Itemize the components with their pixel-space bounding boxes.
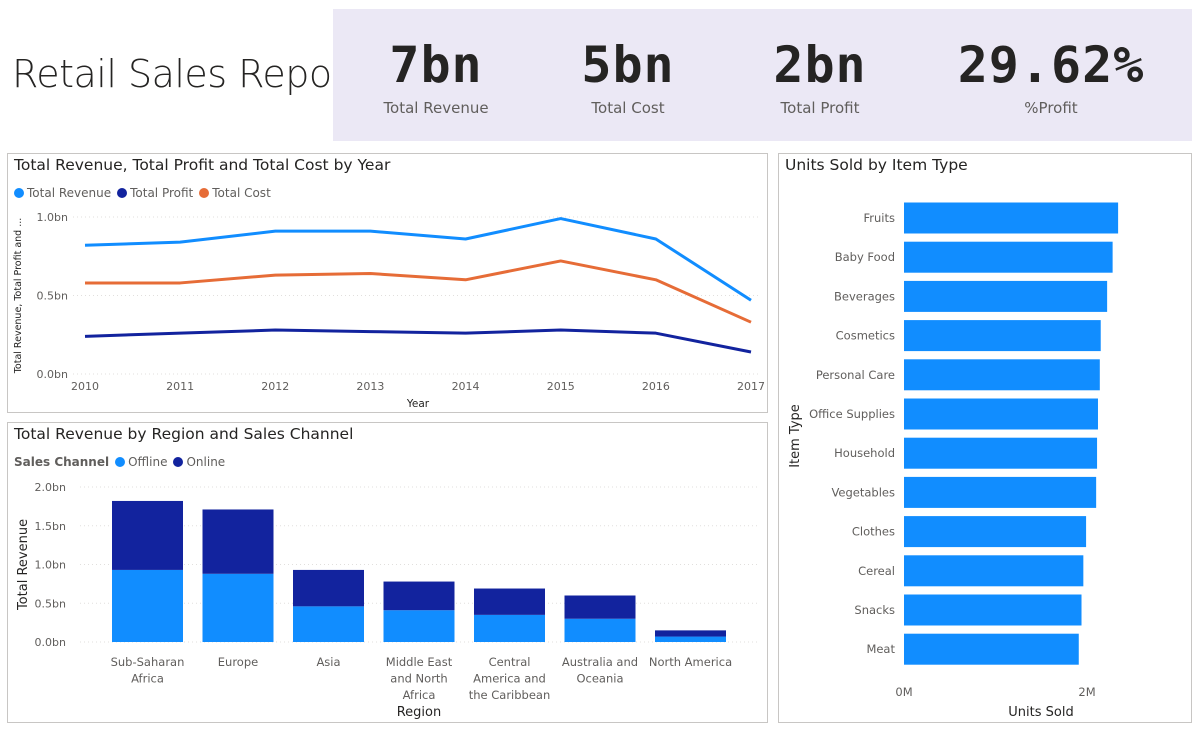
y-tick-label: Personal Care: [816, 368, 895, 382]
bar-online: [655, 630, 726, 637]
x-tick-label: North America: [649, 655, 732, 669]
kpi-total-cost[interactable]: 5bn Total Cost: [528, 33, 728, 117]
x-tick-label: Europe: [218, 655, 258, 669]
line-chart-panel[interactable]: Total Revenue, Total Profit and Total Co…: [7, 153, 768, 413]
bar-beverages: [904, 280, 1108, 312]
bar-household: [904, 437, 1098, 469]
bar-online: [474, 588, 545, 615]
y-axis-title: Total Revenue, Total Profit and ...: [13, 218, 24, 375]
y-tick-label: Baby Food: [835, 250, 895, 264]
bar-cereal: [904, 555, 1084, 587]
y-tick-label: 1.0bn: [37, 211, 68, 224]
bar-fruits: [904, 202, 1119, 234]
x-tick-label: America and: [473, 672, 546, 686]
series-line-total-cost: [85, 259, 752, 324]
region-chart-panel[interactable]: Total Revenue by Region and Sales Channe…: [7, 422, 768, 723]
x-tick-label: Asia: [316, 655, 340, 669]
x-tick-label: 2011: [166, 380, 194, 393]
bar-online: [112, 500, 183, 570]
x-tick-label: 0M: [895, 685, 912, 699]
line-chart-plot[interactable]: 0.0bn 0.5bn 1.0bn 2010 2011 2012 2013 2014 2015 2…: [8, 154, 765, 410]
y-tick-label: 1.0bn: [35, 559, 66, 572]
series-line-total-profit: [84, 328, 752, 354]
bar-clothes: [904, 516, 1087, 548]
y-tick-label: 0.5bn: [35, 597, 66, 610]
kpi-total-profit[interactable]: 2bn Total Profit: [720, 33, 920, 117]
bar-baby-food: [904, 241, 1113, 273]
item-chart-plot[interactable]: Fruits Baby Food Beverages Cosmetics Persona…: [779, 154, 1189, 720]
y-tick-label: 0.0bn: [37, 368, 68, 381]
series-line-total-revenue: [84, 217, 752, 302]
y-tick-label: Office Supplies: [809, 407, 895, 421]
y-axis-title: Total Revenue: [16, 519, 31, 611]
y-tick-label: 0.5bn: [37, 290, 68, 303]
y-axis-title: Item Type: [788, 404, 803, 468]
kpi-value: 5bn: [581, 36, 675, 94]
x-tick-label: the Caribbean: [469, 688, 551, 702]
y-tick-label: Cosmetics: [836, 329, 895, 343]
y-tick-label: Household: [834, 446, 895, 460]
x-tick-label: Africa: [131, 672, 164, 686]
item-chart-panel[interactable]: Units Sold by Item Type Fruits Baby Food B…: [778, 153, 1192, 723]
kpi-value: 2bn: [773, 36, 867, 94]
bar-cosmetics: [904, 320, 1101, 352]
x-axis-title: Region: [397, 705, 442, 720]
bar-online: [293, 569, 364, 607]
bar-offline: [564, 618, 636, 642]
y-tick-label: Cereal: [858, 564, 895, 578]
bar-online: [383, 581, 455, 611]
bar-office-supplies: [904, 398, 1098, 430]
bar-online: [202, 509, 274, 574]
y-tick-label: Snacks: [854, 603, 895, 617]
bar-offline: [112, 569, 183, 642]
y-tick-label: Meat: [866, 642, 895, 656]
kpi-profit-percent[interactable]: 29.62% %Profit: [951, 33, 1151, 117]
x-tick-label: Middle East: [386, 655, 453, 669]
x-tick-label: and North: [390, 672, 447, 686]
bar-personal-care: [904, 359, 1100, 391]
y-tick-label: Fruits: [864, 211, 896, 225]
x-axis-title: Units Sold: [1008, 705, 1073, 720]
y-tick-label: 0.0bn: [35, 636, 66, 649]
bar-offline: [655, 636, 726, 642]
x-tick-label: Central: [489, 655, 531, 669]
x-axis-title: Year: [406, 398, 430, 410]
y-tick-label: 2.0bn: [35, 481, 66, 494]
kpi-label: %Profit: [1024, 99, 1078, 117]
kpi-total-revenue[interactable]: 7bn Total Revenue: [336, 33, 536, 117]
y-tick-label: Beverages: [834, 289, 895, 303]
x-tick-label: 2010: [71, 380, 99, 393]
y-tick-label: 1.5bn: [35, 520, 66, 533]
x-tick-label: 2M: [1078, 685, 1095, 699]
report-title: Retail Sales Report: [12, 52, 362, 96]
x-tick-label: 2017: [737, 380, 765, 393]
y-tick-label: Vegetables: [831, 485, 895, 499]
kpi-value: 7bn: [389, 36, 483, 94]
x-tick-label: Sub-Saharan: [111, 655, 185, 669]
kpi-value: 29.62%: [957, 36, 1145, 94]
bar-offline: [293, 606, 364, 642]
x-tick-label: 2013: [356, 380, 384, 393]
bar-offline: [202, 573, 274, 642]
bar-snacks: [904, 594, 1082, 626]
bar-vegetables: [904, 476, 1097, 508]
kpi-band: 7bn Total Revenue 5bn Total Cost 2bn Tot…: [333, 9, 1192, 141]
bar-meat: [904, 633, 1079, 665]
x-tick-label: Australia and: [562, 655, 638, 669]
kpi-label: Total Cost: [591, 99, 665, 117]
x-tick-label: 2016: [642, 380, 670, 393]
x-tick-label: 2014: [452, 380, 480, 393]
x-tick-label: Africa: [403, 688, 436, 702]
kpi-label: Total Revenue: [383, 99, 489, 117]
x-tick-label: Oceania: [576, 672, 623, 686]
kpi-label: Total Profit: [780, 99, 860, 117]
bar-online: [564, 595, 636, 619]
y-tick-label: Clothes: [852, 525, 895, 539]
x-tick-label: 2015: [547, 380, 575, 393]
x-tick-label: 2012: [261, 380, 289, 393]
bar-offline: [383, 610, 455, 642]
bar-offline: [474, 614, 545, 642]
region-chart-plot[interactable]: 0.0bn 0.5bn 1.0bn 1.5bn 2.0bn Sub-Saharan Afri…: [8, 423, 765, 720]
